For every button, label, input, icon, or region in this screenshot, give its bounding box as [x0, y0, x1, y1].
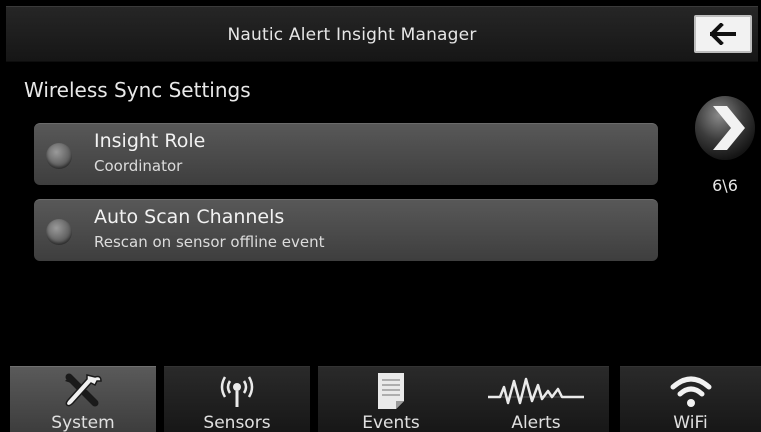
tab-label: Sensors: [203, 413, 271, 432]
tab-label: System: [51, 413, 115, 432]
back-button[interactable]: [694, 15, 752, 53]
setting-value: Rescan on sensor offline event: [94, 233, 325, 251]
arrow-left-icon: [710, 23, 736, 45]
setting-label: Auto Scan Channels: [94, 206, 285, 228]
tab-sensors[interactable]: Sensors: [164, 366, 310, 432]
tab-wifi[interactable]: WiFi: [620, 366, 761, 432]
antenna-icon: [220, 376, 254, 407]
header-bar: Nautic Alert Insight Manager: [6, 6, 758, 62]
document-icon: [378, 373, 404, 409]
waveform-icon: [488, 377, 584, 405]
section-title: Wireless Sync Settings: [24, 78, 251, 102]
tools-icon: [65, 373, 102, 407]
setting-value: Coordinator: [94, 157, 183, 175]
setting-label: Insight Role: [94, 130, 206, 152]
tab-label: Events: [362, 413, 420, 432]
page-title: Nautic Alert Insight Manager: [227, 25, 477, 45]
next-page-button[interactable]: [693, 90, 757, 162]
setting-auto-scan-channels[interactable]: Auto Scan Channels Rescan on sensor offl…: [34, 199, 658, 261]
tab-label: WiFi: [673, 413, 708, 432]
tab-system[interactable]: System: [10, 366, 156, 432]
bottom-nav: System Sensors Events Alerts WiFi: [0, 366, 761, 432]
tab-alerts[interactable]: Alerts: [463, 366, 609, 432]
wifi-icon: [670, 376, 711, 407]
knob-icon: [46, 219, 72, 245]
knob-icon: [46, 143, 72, 169]
setting-insight-role[interactable]: Insight Role Coordinator: [34, 123, 658, 185]
chevron-right-icon: [695, 96, 755, 160]
tab-events[interactable]: Events: [318, 366, 464, 432]
page-indicator: 6\6: [712, 176, 738, 195]
tab-label: Alerts: [511, 413, 561, 432]
